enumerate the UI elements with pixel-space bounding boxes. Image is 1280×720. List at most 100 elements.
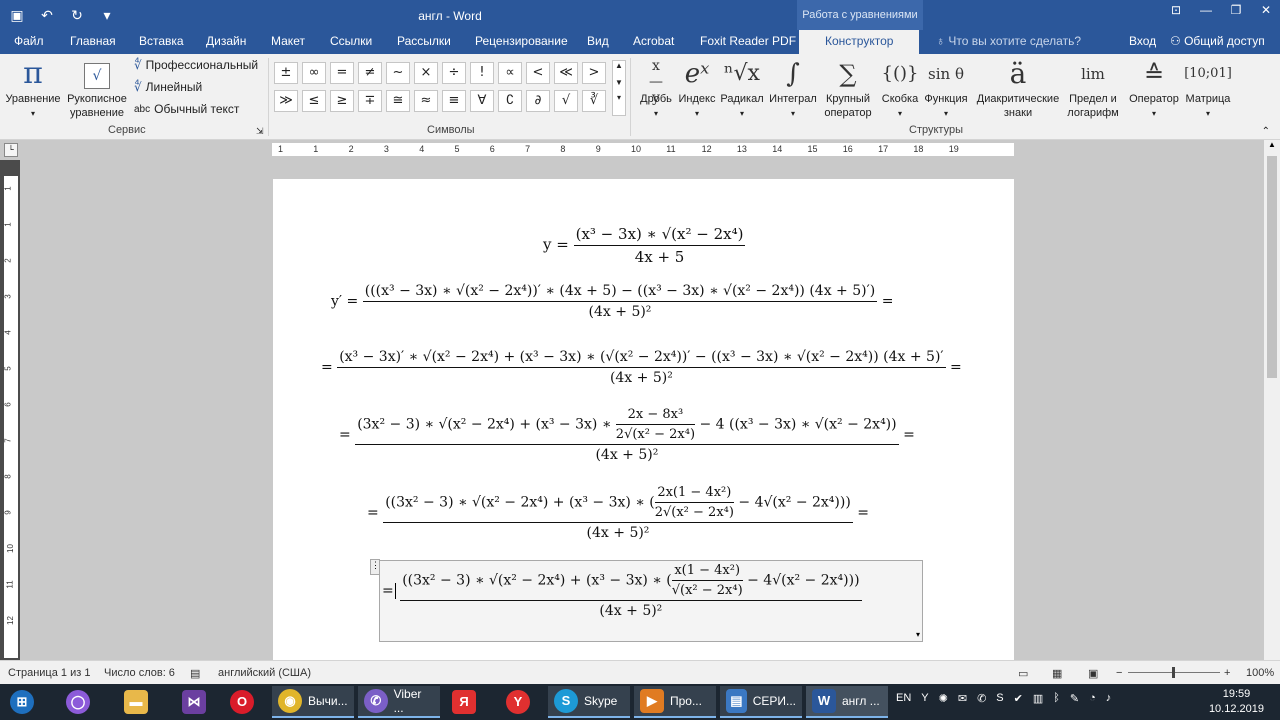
symbol-complement[interactable]: ∁	[498, 90, 522, 112]
symbol-not-equal[interactable]: ≠	[358, 62, 382, 84]
zoom-level[interactable]: 100%	[1246, 667, 1274, 679]
symbol-equals[interactable]: =	[330, 62, 354, 84]
equation-6[interactable]: = ((3x² − 3) ∗ √(x² − 2x⁴) + (x³ − 3x) ∗…	[382, 563, 862, 619]
scroll-up-icon[interactable]: ▲	[613, 61, 625, 70]
pinned-app[interactable]: ▬	[118, 686, 154, 718]
normal-text-button[interactable]: abc Обычный текст	[134, 102, 239, 116]
scroll-thumb[interactable]	[1267, 156, 1277, 378]
taskbar-item-player[interactable]: ▶ Про...	[634, 686, 716, 718]
close-icon[interactable]: ✕	[1252, 0, 1280, 22]
proofing-icon[interactable]: ▤	[190, 667, 200, 680]
symbol-plus-minus[interactable]: ±	[274, 62, 298, 84]
equation-button[interactable]: π Уравнение ▾	[4, 56, 62, 121]
ribbon-display-icon[interactable]: ⊡	[1162, 0, 1190, 22]
tab-references[interactable]: Ссылки	[330, 34, 372, 48]
symbol-proportional[interactable]: ∝	[498, 62, 522, 84]
settings-tray-icon[interactable]: ✺	[939, 692, 948, 705]
active-equation-box[interactable]: ⋮ ▾ = ((3x² − 3) ∗ √(x² − 2x⁴) + (x³ − 3…	[370, 559, 923, 642]
equation-3[interactable]: = (x³ − 3x)′ ∗ √(x² − 2x⁴) + (x³ − 3x) ∗…	[321, 349, 962, 386]
taskbar-item-viewer[interactable]: ▤ СЕРИ...	[720, 686, 802, 718]
read-mode-icon[interactable]: ▭	[1018, 667, 1028, 680]
equation-handle-icon[interactable]: ⋮	[370, 559, 380, 575]
tab-design[interactable]: Дизайн	[206, 34, 246, 48]
dialog-launcher-icon[interactable]: ⇲	[256, 126, 264, 137]
scroll-up-icon[interactable]: ▲	[1264, 140, 1280, 149]
web-layout-icon[interactable]: ▣	[1088, 667, 1098, 680]
equation-4[interactable]: = (3x² − 3) ∗ √(x² − 2x⁴) + (x³ − 3x) ∗ …	[339, 407, 915, 463]
symbol-minus-plus[interactable]: ∓	[358, 90, 382, 112]
symbol-identical[interactable]: ≡	[442, 90, 466, 112]
operator-button[interactable]: ≙ Оператор ▾	[1126, 56, 1182, 121]
symbol-infinity[interactable]: ∞	[302, 62, 326, 84]
zoom-in-icon[interactable]: +	[1224, 667, 1230, 679]
taskbar-item-chrome[interactable]: ◉ Вычи...	[272, 686, 354, 718]
zoom-slider-thumb[interactable]	[1172, 667, 1175, 678]
collapse-ribbon-icon[interactable]: ⌃	[1262, 126, 1270, 137]
tab-insert[interactable]: Вставка	[139, 34, 184, 48]
equation-5[interactable]: = ((3x² − 3) ∗ √(x² − 2x⁴) + (x³ − 3x) ∗…	[367, 485, 869, 541]
accent-button[interactable]: ä Диакритические знаки	[970, 56, 1066, 120]
signin-link[interactable]: Вход	[1129, 34, 1156, 48]
professional-button[interactable]: ∜ Профессиональный	[134, 58, 258, 72]
horizontal-ruler[interactable]: 1 1 2 3 4 5 6 7 8 9 10 11 12 13 14 15 16 17 18 19	[272, 143, 1014, 156]
symbol-greater-equal[interactable]: ≥	[330, 90, 354, 112]
symbol-congruent[interactable]: ≅	[386, 90, 410, 112]
tab-layout[interactable]: Макет	[271, 34, 305, 48]
taskbar-item-skype[interactable]: S Skype	[548, 686, 630, 718]
volume-tray-icon[interactable]: ♪	[1106, 692, 1112, 705]
vertical-ruler[interactable]: 1 1 2 3 4 5 6 7 8 9 10 11 12	[4, 176, 18, 658]
taskbar-item-word[interactable]: Wангл ...	[806, 686, 888, 718]
vertical-scrollbar[interactable]: ▲	[1264, 140, 1280, 660]
equation-options-icon[interactable]: ▾	[916, 630, 920, 639]
share-button[interactable]: ⚇ Общий доступ	[1170, 34, 1265, 48]
pinned-app[interactable]: Y	[500, 686, 536, 718]
matrix-button[interactable]: [10;01] Матрица ▾	[1180, 56, 1236, 121]
pinned-app[interactable]: Я	[446, 686, 482, 718]
symbol-less[interactable]: <	[526, 62, 550, 84]
symbol-partial[interactable]: ∂	[526, 90, 550, 112]
tell-me-search[interactable]: ♁ Что вы хотите сделать?	[936, 34, 1081, 48]
symbol-tilde[interactable]: ~	[386, 62, 410, 84]
minimize-icon[interactable]: —	[1192, 0, 1220, 22]
bracket-button[interactable]: {()} Скобка ▾	[878, 56, 922, 121]
large-operator-button[interactable]: ∑ Крупный оператор	[818, 56, 878, 120]
linear-button[interactable]: ∜ Линейный	[134, 80, 202, 94]
pen-tray-icon[interactable]: ✎	[1070, 692, 1079, 705]
network-tray-icon[interactable]: ▥	[1033, 692, 1043, 705]
tab-view[interactable]: Вид	[587, 34, 609, 48]
symbol-much-less[interactable]: ≪	[554, 62, 578, 84]
chat-tray-icon[interactable]: ✉	[958, 692, 967, 705]
equation-2[interactable]: y′ = (((x³ − 3x) ∗ √(x² − 2x⁴))′ ∗ (4x +…	[331, 283, 893, 320]
symbol-divide[interactable]: ÷	[442, 62, 466, 84]
function-button[interactable]: sin θ Функция ▾	[920, 56, 972, 121]
symbol-cube-root[interactable]: ∛	[582, 90, 606, 112]
zoom-out-icon[interactable]: −	[1116, 667, 1122, 679]
language[interactable]: английский (США)	[218, 667, 311, 679]
tab-mailings[interactable]: Рассылки	[397, 34, 451, 48]
wifi-tray-icon[interactable]: ◔	[1089, 692, 1096, 705]
word-count[interactable]: Число слов: 6	[104, 667, 175, 679]
tab-file[interactable]: Файл	[14, 34, 44, 48]
symbol-approx[interactable]: ≈	[414, 90, 438, 112]
symbols-scroll[interactable]: ▲ ▼ ▾	[612, 60, 626, 116]
symbol-much-greater[interactable]: ≫	[274, 90, 298, 112]
yandex-tray-icon[interactable]: Y	[921, 692, 928, 705]
symbol-for-all[interactable]: ∀	[470, 90, 494, 112]
fraction-button[interactable]: x — y Дробь ▾	[634, 56, 678, 121]
tab-home[interactable]: Главная	[70, 34, 116, 48]
pinned-app[interactable]: ◯	[60, 686, 96, 718]
scroll-down-icon[interactable]: ▼	[613, 78, 625, 87]
maximize-icon[interactable]: ❐	[1222, 0, 1250, 22]
language-indicator[interactable]: EN	[896, 692, 911, 705]
symbol-greater[interactable]: >	[582, 62, 606, 84]
symbol-factorial[interactable]: !	[470, 62, 494, 84]
symbol-less-equal[interactable]: ≤	[302, 90, 326, 112]
pinned-app[interactable]: O	[224, 686, 260, 718]
skype-tray-icon[interactable]: S	[996, 692, 1003, 705]
tab-foxit[interactable]: Foxit Reader PDF	[700, 34, 796, 48]
tab-selector[interactable]: └	[4, 143, 18, 157]
integral-button[interactable]: ∫ Интеграл ▾	[766, 56, 820, 121]
page-count[interactable]: Страница 1 из 1	[8, 667, 90, 679]
tab-acrobat[interactable]: Acrobat	[633, 34, 674, 48]
document-page[interactable]: y = (x³ − 3x) ∗ √(x² − 2x⁴) 4x + 5 y′ = (…	[273, 179, 1014, 660]
